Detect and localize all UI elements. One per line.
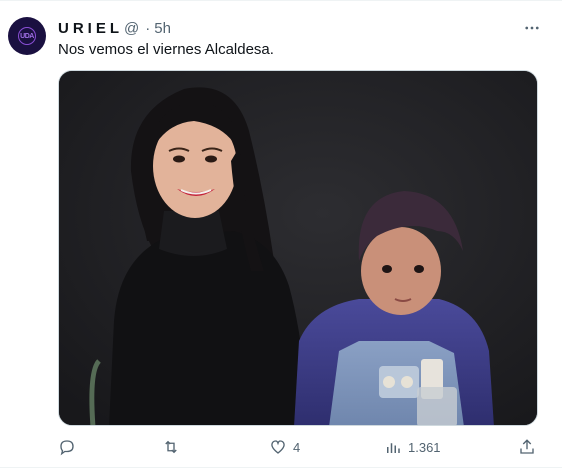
tweet-text: Nos vemos el viernes Alcaldesa. bbox=[58, 41, 274, 58]
avatar[interactable]: UDA bbox=[8, 17, 46, 55]
share-button[interactable] bbox=[518, 435, 536, 459]
tweet-card[interactable]: UDA URIEL @ · 5h Nos vemos el viernes Al… bbox=[0, 0, 562, 468]
share-icon bbox=[520, 439, 534, 454]
more-icon bbox=[525, 26, 539, 30]
reply-button[interactable] bbox=[58, 435, 82, 459]
heart-icon bbox=[271, 440, 285, 454]
more-options-button[interactable] bbox=[520, 17, 544, 39]
views-icon bbox=[387, 443, 400, 453]
reply-icon bbox=[60, 440, 74, 456]
retweet-button[interactable] bbox=[162, 435, 186, 459]
logo-icon: UDA bbox=[18, 27, 36, 45]
author-name[interactable]: URIEL bbox=[58, 20, 123, 37]
action-bar: 4 1.361 bbox=[0, 435, 562, 459]
like-count: 4 bbox=[293, 439, 301, 455]
timestamp[interactable]: 5h bbox=[154, 20, 171, 37]
views-count: 1.361 bbox=[408, 439, 441, 455]
like-button[interactable]: 4 bbox=[269, 435, 300, 459]
tweet-header: URIEL @ · 5h bbox=[58, 18, 171, 38]
separator-dot: · bbox=[145, 19, 151, 37]
tweet-photo[interactable] bbox=[58, 70, 538, 426]
views-button[interactable]: 1.361 bbox=[384, 435, 441, 459]
author-handle[interactable]: @ bbox=[124, 20, 139, 37]
photo-illustration bbox=[59, 71, 537, 425]
retweet-icon bbox=[165, 440, 177, 454]
